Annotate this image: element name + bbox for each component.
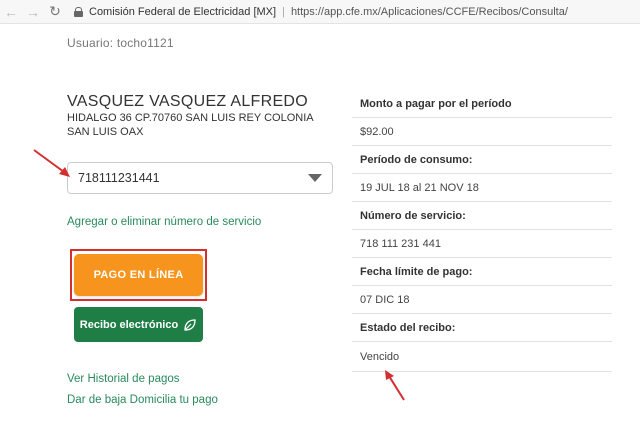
electronic-receipt-button[interactable]: Recibo electrónico — [74, 307, 203, 342]
forward-arrow-icon[interactable]: → — [22, 0, 44, 24]
back-arrow-icon[interactable]: ← — [0, 0, 22, 24]
summary-value-amount: $92.00 — [352, 118, 612, 146]
annotation-arrow-status — [385, 370, 405, 401]
summary-value-period: 19 JUL 18 al 21 NOV 18 — [352, 174, 612, 202]
browser-address-bar: ← → ↻ Comisión Federal de Electricidad [… — [0, 0, 640, 24]
url-field[interactable]: Comisión Federal de Electricidad [MX] | … — [74, 2, 568, 22]
url-separator: | — [282, 5, 285, 18]
summary-label-service-number: Número de servicio: — [352, 202, 612, 230]
electronic-receipt-label: Recibo electrónico — [79, 318, 179, 331]
url-text: https://app.cfe.mx/Aplicaciones/CCFE/Rec… — [290, 5, 568, 18]
customer-address: HIDALGO 36 CP.70760 SAN LUIS REY COLONIA… — [67, 112, 313, 138]
summary-label-due-date: Fecha límite de pago: — [352, 258, 612, 286]
annotation-arrow-select — [33, 149, 70, 177]
add-remove-service-link[interactable]: Agregar o eliminar número de servicio — [67, 216, 261, 228]
summary-label-period: Período de consumo: — [352, 146, 612, 174]
pay-online-button[interactable]: PAGO EN LÍNEA — [74, 254, 203, 296]
customer-name: VASQUEZ VASQUEZ ALFREDO — [67, 93, 309, 110]
receipt-summary: Monto a pagar por el período $92.00 Perí… — [352, 90, 612, 372]
leaf-icon — [184, 318, 196, 331]
unsubscribe-direct-debit-link[interactable]: Dar de baja Domicilia tu pago — [67, 394, 218, 406]
caret-down-icon — [308, 174, 322, 182]
summary-value-due-date: 07 DIC 18 — [352, 286, 612, 314]
lock-icon — [74, 6, 83, 17]
service-number-select[interactable]: 718111231441 — [67, 162, 333, 194]
payment-history-link[interactable]: Ver Historial de pagos — [67, 373, 180, 385]
summary-value-service-number: 718 111 231 441 — [352, 230, 612, 258]
site-identity: Comisión Federal de Electricidad [MX] — [89, 5, 277, 18]
reload-icon[interactable]: ↻ — [44, 0, 66, 24]
summary-label-status: Estado del recibo: — [352, 314, 612, 342]
summary-label-amount: Monto a pagar por el período — [352, 90, 612, 118]
user-label: Usuario: tocho1121 — [67, 36, 174, 50]
service-number-value: 718111231441 — [78, 171, 160, 185]
